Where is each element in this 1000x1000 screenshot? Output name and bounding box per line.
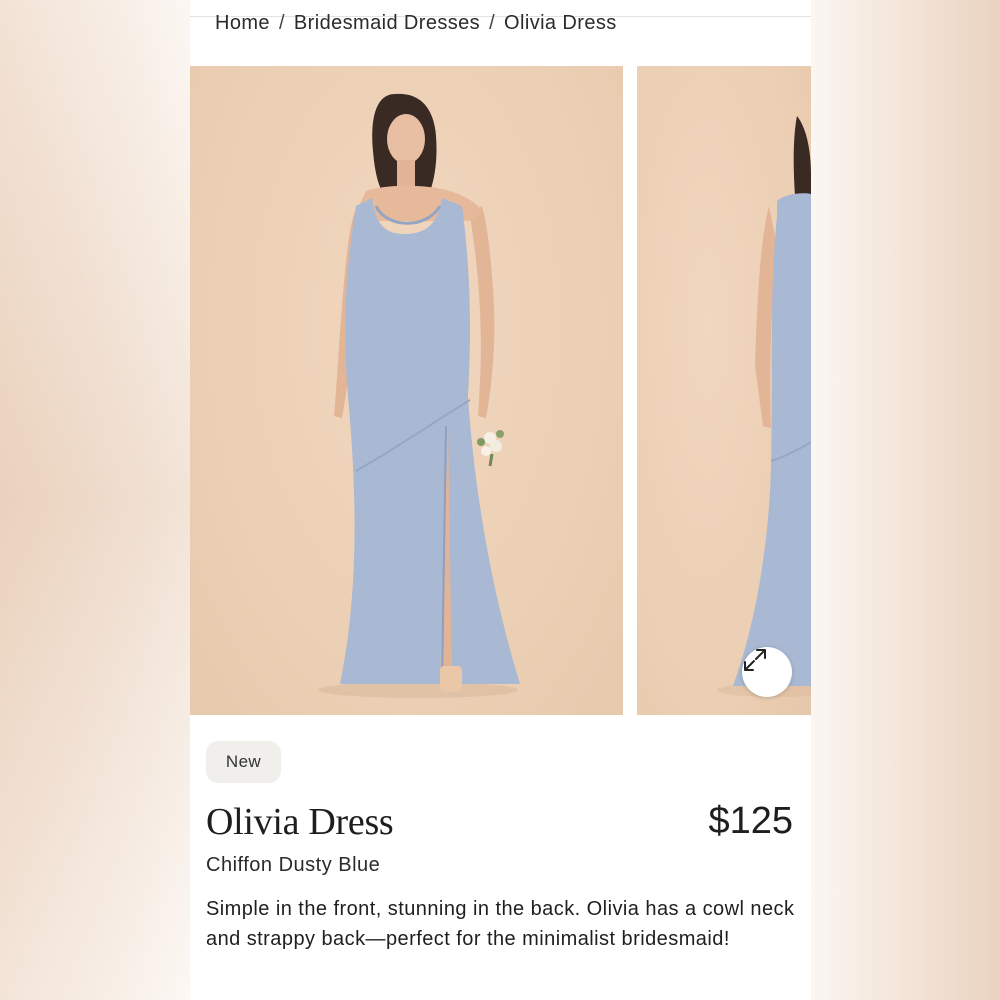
right-background-border xyxy=(811,0,1000,1000)
product-image-back[interactable] xyxy=(637,66,811,715)
product-title: Olivia Dress xyxy=(206,801,394,843)
new-badge: New xyxy=(206,741,281,783)
model-back-illustration xyxy=(717,116,811,697)
breadcrumb-bridesmaid-dresses-link[interactable]: Bridesmaid Dresses xyxy=(294,12,480,34)
product-page: Home / Bridesmaid Dresses / Olivia Dress xyxy=(190,0,811,1000)
product-variant: Chiffon Dusty Blue xyxy=(206,854,381,876)
left-background-border xyxy=(0,0,190,1000)
breadcrumb-current-page: Olivia Dress xyxy=(504,12,617,34)
expand-image-button[interactable] xyxy=(742,647,792,697)
breadcrumb: Home / Bridesmaid Dresses / Olivia Dress xyxy=(215,12,617,35)
model-front-illustration xyxy=(318,93,520,698)
product-description: Simple in the front, stunning in the bac… xyxy=(206,898,795,950)
product-price: $125 xyxy=(708,800,793,842)
breadcrumb-separator: / xyxy=(278,12,285,34)
product-image-front[interactable] xyxy=(190,66,623,715)
breadcrumb-home-link[interactable]: Home xyxy=(215,12,270,34)
breadcrumb-separator: / xyxy=(489,12,496,34)
